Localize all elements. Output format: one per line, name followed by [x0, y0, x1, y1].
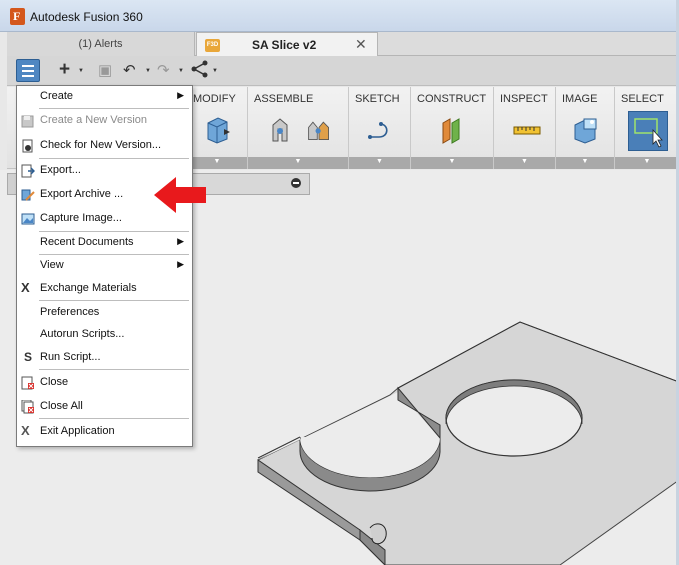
collapse-icon[interactable] — [291, 178, 301, 188]
exit-icon: X — [21, 423, 30, 438]
redo-icon[interactable]: ↷ — [157, 61, 170, 79]
select-cursor-icon — [634, 118, 663, 148]
menu-item-label: Export... — [40, 164, 81, 176]
menu-item-view[interactable]: View ▶ — [17, 255, 192, 277]
tab-document[interactable]: F3D SA Slice v2 ✕ — [196, 32, 378, 57]
menu-item-label: Preferences — [40, 306, 100, 318]
ribbon-group-assemble[interactable]: ASSEMBLE — [248, 87, 349, 169]
red-arrow-annotation — [154, 177, 206, 213]
menu-item-label: View — [40, 259, 64, 271]
undo-icon[interactable]: ↶ — [123, 61, 136, 79]
exchange-materials-icon: X — [21, 280, 30, 295]
menu-item-close[interactable]: Close — [17, 372, 192, 394]
ribbon-group-label: SELECT — [621, 93, 664, 105]
title-bar: Autodesk Fusion 360 — [0, 0, 679, 32]
menu-separator — [39, 158, 189, 159]
document-tab-bar: (1) Alerts F3D SA Slice v2 ✕ — [7, 32, 679, 57]
menu-item-check-new-version[interactable]: Check for New Version... — [17, 135, 192, 157]
close-doc-icon — [21, 376, 34, 390]
ribbon-group-label: ASSEMBLE — [254, 93, 314, 105]
chevron-down-icon[interactable]: ▼ — [78, 68, 84, 74]
ribbon-group-dropdown[interactable] — [556, 157, 614, 169]
capture-image-icon — [21, 213, 35, 225]
menu-item-recent-documents[interactable]: Recent Documents ▶ — [17, 232, 192, 254]
quick-access-toolbar: + ▼ ▣ ↶ ▼ ↷ ▼ ▼ — [7, 56, 679, 86]
file-dropdown-menu: Create ▶ Create a New Version Check for … — [16, 85, 193, 447]
menu-separator — [39, 108, 189, 109]
ribbon-group-image[interactable]: IMAGE — [556, 87, 615, 169]
menu-item-exit-application[interactable]: X Exit Application — [17, 421, 192, 443]
ribbon-group-dropdown[interactable] — [494, 157, 555, 169]
chevron-down-icon[interactable]: ▼ — [145, 68, 151, 74]
save-version-icon — [21, 115, 34, 128]
capture-image-icon[interactable] — [572, 115, 598, 145]
menu-item-run-script[interactable]: S Run Script... — [17, 347, 192, 369]
ribbon-group-dropdown[interactable] — [349, 157, 410, 169]
menu-item-label: Close All — [40, 400, 83, 412]
f3d-file-icon: F3D — [205, 39, 220, 52]
script-icon: S — [24, 350, 33, 364]
ribbon-group-label: IMAGE — [562, 93, 598, 105]
ribbon-group-label: MODIFY — [193, 93, 236, 105]
menu-separator — [39, 418, 189, 419]
export-icon — [21, 164, 35, 178]
ribbon-group-dropdown[interactable] — [187, 157, 247, 169]
menu-item-create-new-version[interactable]: Create a New Version — [17, 110, 192, 132]
close-tab-icon[interactable]: ✕ — [355, 36, 367, 53]
ribbon-group-label: SKETCH — [355, 93, 400, 105]
ribbon-group-label: CONSTRUCT — [417, 93, 487, 105]
ribbon-group-construct[interactable]: CONSTRUCT — [411, 87, 494, 169]
ribbon-group-dropdown[interactable] — [411, 157, 493, 169]
check-version-icon — [22, 139, 33, 153]
close-all-icon — [21, 400, 34, 414]
submenu-arrow-icon: ▶ — [177, 90, 184, 100]
submenu-arrow-icon: ▶ — [177, 259, 184, 269]
sketch-icon[interactable] — [367, 115, 393, 145]
as-built-joint-icon[interactable] — [306, 115, 332, 145]
menu-item-preferences[interactable]: Preferences — [17, 302, 192, 324]
offset-plane-icon[interactable] — [439, 115, 465, 145]
joint-icon[interactable] — [268, 115, 294, 145]
ribbon-group-dropdown[interactable] — [615, 157, 679, 169]
select-tool-button[interactable] — [628, 111, 668, 151]
submenu-arrow-icon: ▶ — [177, 236, 184, 246]
menu-item-label: Check for New Version... — [40, 139, 162, 151]
menu-item-label: Close — [40, 376, 69, 388]
new-design-icon[interactable]: + — [59, 59, 70, 81]
browser-panel-header[interactable] — [190, 173, 310, 195]
ribbon-group-sketch[interactable]: SKETCH — [349, 87, 411, 169]
ribbon-group-inspect[interactable]: INSPECT — [494, 87, 556, 169]
fusion-app-icon — [10, 8, 25, 25]
menu-item-autorun-scripts[interactable]: Autorun Scripts... — [17, 324, 192, 346]
menu-separator — [39, 369, 189, 370]
file-menu-button[interactable] — [16, 59, 40, 82]
menu-item-label: Export Archive ... — [40, 188, 124, 200]
menu-separator — [39, 300, 189, 301]
ribbon-group-select[interactable]: SELECT — [615, 87, 679, 169]
menu-item-close-all[interactable]: Close All — [17, 396, 192, 418]
chevron-down-icon[interactable]: ▼ — [212, 68, 218, 74]
menu-item-label: Run Script... — [40, 351, 101, 363]
menu-item-label: Create — [40, 90, 74, 102]
document-tab-label: SA Slice v2 — [252, 38, 317, 52]
menu-item-create[interactable]: Create ▶ — [17, 86, 192, 108]
window-title: Autodesk Fusion 360 — [30, 10, 143, 24]
menu-item-label: Capture Image... — [40, 212, 122, 224]
ribbon-group-dropdown[interactable] — [248, 157, 348, 169]
menu-item-label: Exit Application — [40, 425, 115, 437]
menu-item-label: Create a New Version — [40, 114, 147, 126]
chevron-down-icon[interactable]: ▼ — [178, 68, 184, 74]
ribbon-group-modify[interactable]: MODIFY — [187, 87, 248, 169]
menu-item-exchange-materials[interactable]: X Exchange Materials — [17, 278, 192, 300]
menu-item-label: Autorun Scripts... — [40, 328, 125, 340]
menu-item-label: Recent Documents — [40, 236, 134, 248]
measure-icon[interactable] — [512, 115, 542, 145]
tab-alerts[interactable]: (1) Alerts — [7, 32, 195, 56]
menu-item-label: Exchange Materials — [40, 282, 137, 294]
share-icon[interactable] — [191, 60, 209, 82]
save-icon[interactable]: ▣ — [98, 61, 112, 79]
ribbon-group-label: INSPECT — [500, 93, 548, 105]
press-pull-icon[interactable] — [205, 115, 231, 145]
export-archive-icon — [21, 189, 35, 201]
